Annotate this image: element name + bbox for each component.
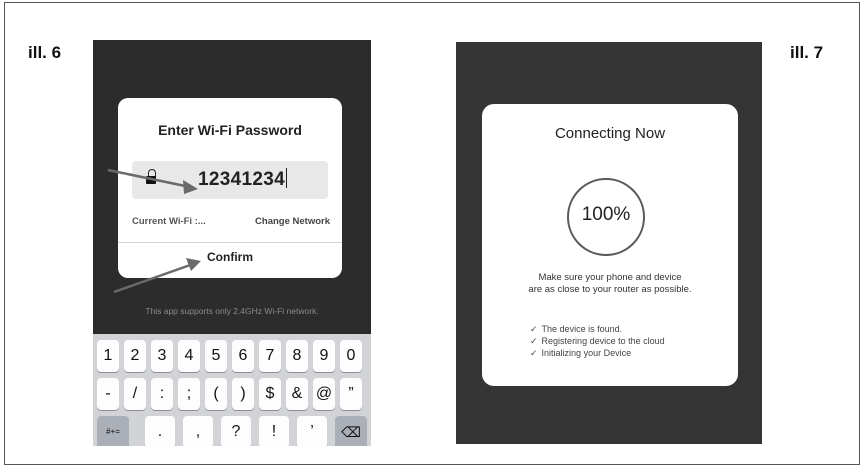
figure-label-right: ill. 7 xyxy=(790,43,824,62)
key-question[interactable]: ? xyxy=(221,416,251,446)
progress-percent: 100% xyxy=(581,204,631,225)
backspace-key[interactable]: ⌫ xyxy=(335,416,367,446)
connecting-card: Connecting Now 100% Make sure your phone… xyxy=(482,104,738,386)
phone-screen-password: Enter Wi-Fi Password 12341234 Current Wi… xyxy=(93,40,371,446)
key-colon[interactable]: : xyxy=(151,378,173,410)
text-cursor xyxy=(285,168,288,188)
key-semicolon[interactable]: ; xyxy=(178,378,200,410)
key-close-paren[interactable]: ) xyxy=(232,378,254,410)
check-icon: ✓ xyxy=(530,348,538,358)
progress-ring: 100% xyxy=(567,178,645,256)
list-item: ✓ The device is found. xyxy=(530,324,623,334)
key-at[interactable]: @ xyxy=(313,378,335,410)
connecting-title: Connecting Now xyxy=(554,125,666,142)
password-value: 12341234 xyxy=(198,168,288,191)
phone-screen-connecting: Connecting Now 100% Make sure your phone… xyxy=(456,42,762,444)
status-checklist: ✓ The device is found. ✓ Registering devic… xyxy=(530,323,665,359)
current-wifi-label: Current Wi-Fi :... xyxy=(132,216,206,227)
dialog-divider xyxy=(118,242,342,243)
confirm-button[interactable]: Confirm xyxy=(118,250,342,264)
figure-label-left: ill. 6 xyxy=(28,43,62,62)
hint-line-1: Make sure your phone and device xyxy=(538,272,682,283)
numeric-keyboard: 1 2 3 4 5 6 7 8 9 0 - / : ; ( ) $ & @ ” … xyxy=(93,334,371,446)
hint-line-2: are as close to your router as possible. xyxy=(528,284,692,295)
key-hyphen[interactable]: - xyxy=(97,378,119,410)
key-0[interactable]: 0 xyxy=(340,340,362,372)
list-item: ✓ Initializing your Device xyxy=(530,348,632,358)
key-2[interactable]: 2 xyxy=(124,340,146,372)
lock-icon xyxy=(146,169,156,186)
key-exclamation[interactable]: ! xyxy=(259,416,289,446)
dialog-title: Enter Wi-Fi Password xyxy=(158,122,302,138)
key-5[interactable]: 5 xyxy=(205,340,227,372)
key-quote[interactable]: ” xyxy=(340,378,362,410)
key-3[interactable]: 3 xyxy=(151,340,173,372)
key-4[interactable]: 4 xyxy=(178,340,200,372)
change-network-link[interactable]: Change Network xyxy=(255,216,330,227)
key-slash[interactable]: / xyxy=(124,378,146,410)
key-symbols[interactable]: #+= xyxy=(97,416,129,446)
key-9[interactable]: 9 xyxy=(313,340,335,372)
key-6[interactable]: 6 xyxy=(232,340,254,372)
key-7[interactable]: 7 xyxy=(259,340,281,372)
support-note: This app supports only 2.4GHz Wi-Fi netw… xyxy=(145,306,319,316)
key-ampersand[interactable]: & xyxy=(286,378,308,410)
key-period[interactable]: . xyxy=(145,416,175,446)
key-open-paren[interactable]: ( xyxy=(205,378,227,410)
proximity-hint: Make sure your phone and device are as c… xyxy=(482,272,738,296)
key-1[interactable]: 1 xyxy=(97,340,119,372)
key-dollar[interactable]: $ xyxy=(259,378,281,410)
check-icon: ✓ xyxy=(530,336,538,346)
password-input[interactable]: 12341234 xyxy=(132,161,328,199)
check-icon: ✓ xyxy=(530,324,538,334)
key-comma[interactable]: , xyxy=(183,416,213,446)
key-8[interactable]: 8 xyxy=(286,340,308,372)
wifi-password-dialog: Enter Wi-Fi Password 12341234 Current Wi… xyxy=(118,98,342,278)
list-item: ✓ Registering device to the cloud xyxy=(530,336,665,346)
key-apostrophe[interactable]: ’ xyxy=(297,416,327,446)
